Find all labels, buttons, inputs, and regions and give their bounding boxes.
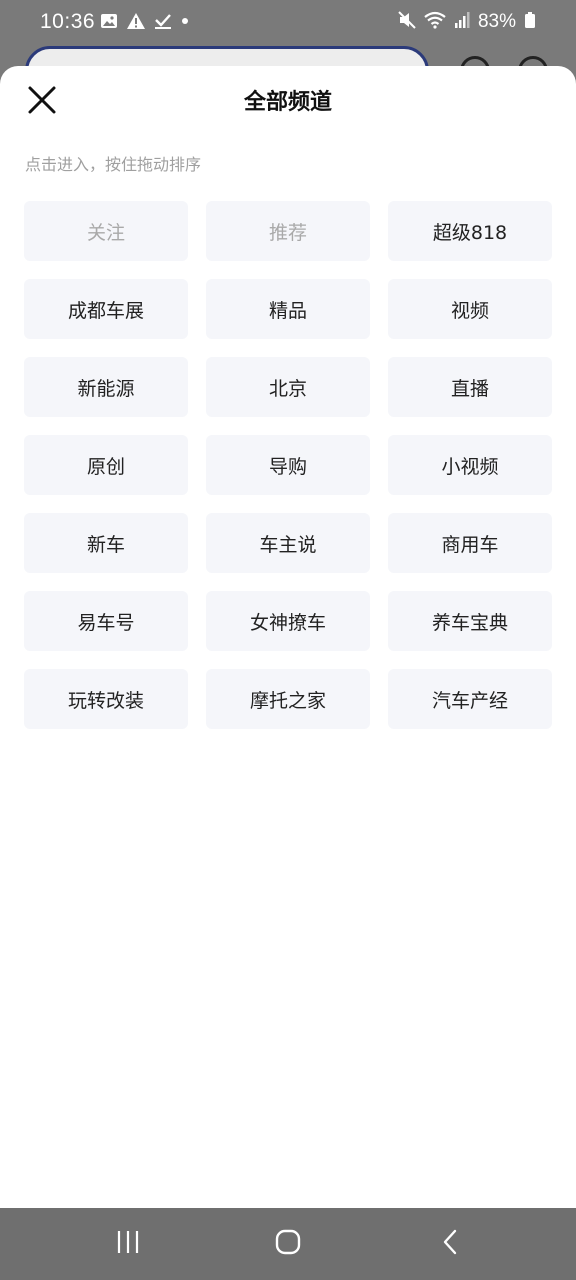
- channel-chip[interactable]: 易车号: [24, 591, 188, 651]
- channel-chip[interactable]: 北京: [206, 357, 370, 417]
- channel-grid: 关注 推荐 超级818 成都车展 精品 视频 新能源 北京 直播 原创 导购 小…: [24, 201, 552, 729]
- mute-icon: [398, 11, 416, 33]
- navigation-bar: [0, 1208, 576, 1280]
- channel-chip[interactable]: 视频: [388, 279, 552, 339]
- channel-chip[interactable]: 女神撩车: [206, 591, 370, 651]
- home-icon: [274, 1228, 302, 1260]
- back-icon: [438, 1228, 462, 1260]
- channel-chip[interactable]: 推荐: [206, 201, 370, 261]
- notification-icons: [100, 12, 190, 34]
- home-button[interactable]: [268, 1226, 308, 1262]
- battery-percentage: 83%: [477, 11, 516, 32]
- channel-chip[interactable]: 新能源: [24, 357, 188, 417]
- check-icon: [154, 12, 172, 34]
- recent-apps-button[interactable]: [108, 1226, 148, 1262]
- channel-chip[interactable]: 小视频: [388, 435, 552, 495]
- channel-chip[interactable]: 直播: [388, 357, 552, 417]
- channel-chip[interactable]: 关注: [24, 201, 188, 261]
- dot-icon: [180, 12, 190, 34]
- channel-chip[interactable]: 商用车: [388, 513, 552, 573]
- all-channels-sheet: 全部频道 点击进入，按住拖动排序 关注 推荐 超级818 成都车展 精品 视频 …: [0, 66, 576, 1208]
- channel-chip[interactable]: 超级818: [388, 201, 552, 261]
- signal-icon: [454, 11, 470, 33]
- warning-icon: [126, 12, 146, 34]
- channel-chip[interactable]: 精品: [206, 279, 370, 339]
- channel-chip[interactable]: 养车宝典: [388, 591, 552, 651]
- battery-icon: [524, 11, 536, 33]
- channel-chip[interactable]: 新车: [24, 513, 188, 573]
- sheet-title: 全部频道: [243, 90, 332, 115]
- channel-chip[interactable]: 车主说: [206, 513, 370, 573]
- channel-chip[interactable]: 导购: [206, 435, 370, 495]
- channel-chip[interactable]: 摩托之家: [206, 669, 370, 729]
- status-time: 10:36: [40, 10, 96, 33]
- channel-chip[interactable]: 成都车展: [24, 279, 188, 339]
- system-icons: 83%: [398, 11, 536, 33]
- channel-chip[interactable]: 玩转改装: [24, 669, 188, 729]
- recent-apps-icon: [115, 1229, 141, 1259]
- wifi-icon: [424, 11, 446, 33]
- back-button[interactable]: [430, 1226, 470, 1262]
- sort-hint: 点击进入，按住拖动排序: [25, 155, 202, 174]
- channel-chip[interactable]: 汽车产经: [388, 669, 552, 729]
- channel-chip[interactable]: 原创: [24, 435, 188, 495]
- image-icon: [100, 12, 118, 34]
- status-bar: 10:36 83%: [0, 0, 576, 46]
